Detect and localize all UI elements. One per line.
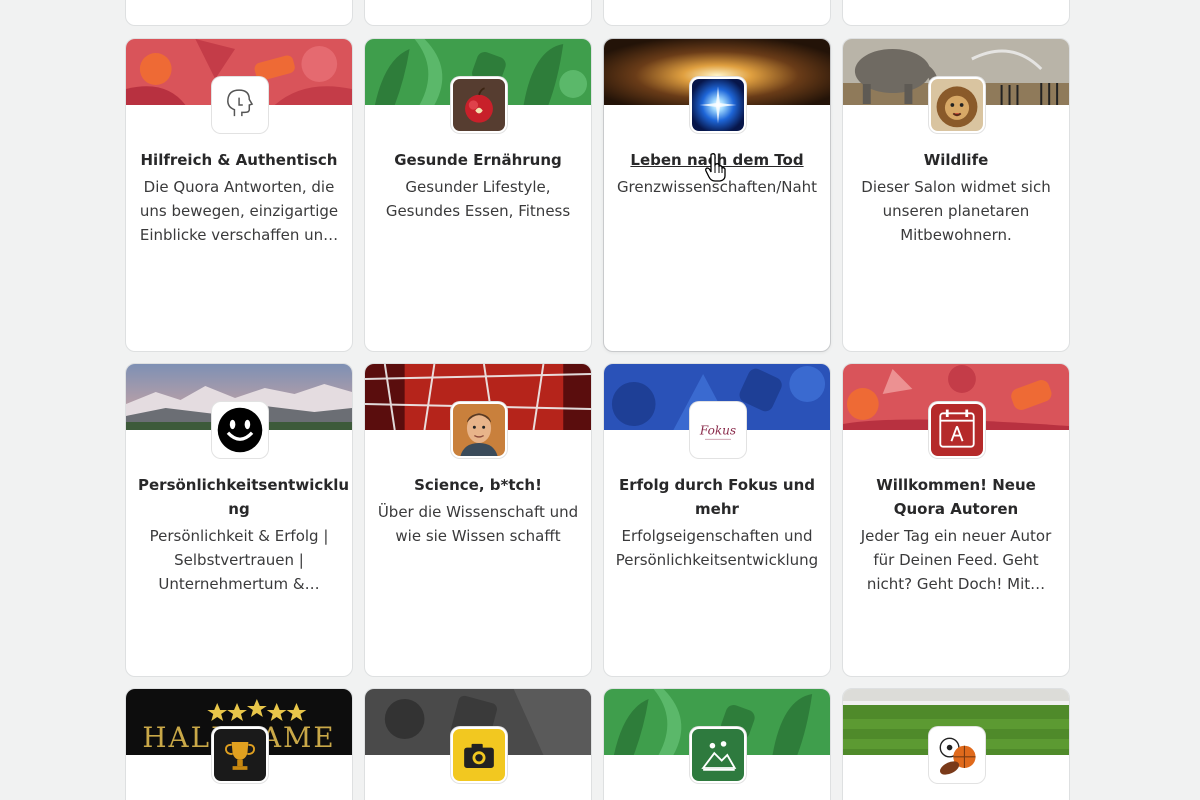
landscape-icon (690, 727, 746, 783)
space-card-science[interactable]: Science, b*tch! Über die Wissenschaft un… (364, 363, 592, 677)
person-portrait-icon (451, 402, 507, 458)
space-title[interactable]: Willkommen! Neue Quora Autoren (855, 473, 1057, 521)
space-description: Über die Wissenschaft und wie sie Wissen… (377, 503, 579, 545)
space-title[interactable]: Science, b*tch! (377, 473, 579, 497)
space-title[interactable]: Hilfreich & Authentisch (138, 148, 340, 172)
camera-icon (451, 727, 507, 783)
head-profile-icon (212, 77, 268, 133)
space-description: Persönlichkeit & Erfolg | Selbstvertraue… (149, 527, 329, 593)
space-card-sports[interactable] (842, 688, 1070, 800)
space-card-leben-nach-dem-tod[interactable]: Leben nach dem Tod Grenzwissenschaften/N… (603, 38, 831, 352)
space-title[interactable]: Gesunde Ernährung (377, 148, 579, 172)
space-title[interactable]: Persönlichkeitsentwicklu ng (138, 473, 349, 521)
space-card-top-1[interactable] (125, 0, 353, 26)
fokus-logo-icon: Fokus (690, 402, 746, 458)
space-card-camera[interactable] (364, 688, 592, 800)
space-card-top-4[interactable] (842, 0, 1070, 26)
space-card-erfolg-durch-fokus[interactable]: Fokus Erfolg durch Fokus und mehr Erfolg… (603, 363, 831, 677)
calendar-icon (929, 402, 985, 458)
space-title[interactable]: Erfolg durch Fokus und mehr (616, 473, 818, 521)
svg-text:Fokus: Fokus (699, 424, 736, 438)
space-card-wildlife[interactable]: Wildlife Dieser Salon widmet sich unsere… (842, 38, 1070, 352)
spaces-grid: Hilfreich & Authentisch Die Quora Antwor… (0, 0, 1200, 800)
space-description: Gesunder Lifestyle, Gesundes Essen, Fitn… (385, 178, 571, 220)
space-card-hall-of-fame[interactable]: HALL FAME (125, 688, 353, 800)
hand-pointer-cursor-icon (703, 152, 729, 182)
space-card-hilfreich[interactable]: Hilfreich & Authentisch Die Quora Antwor… (125, 38, 353, 352)
space-description: Jeder Tag ein neuer Autor für Deinen Fee… (860, 527, 1052, 593)
space-card-landscape[interactable] (603, 688, 831, 800)
light-burst-icon (690, 77, 746, 133)
smiley-icon (212, 402, 268, 458)
space-card-persoenlichkeitsentwicklung[interactable]: Persönlichkeitsentwicklu ng Persönlichke… (125, 363, 353, 677)
apple-icon (451, 77, 507, 133)
space-card-top-3[interactable] (603, 0, 831, 26)
space-card-top-2[interactable] (364, 0, 592, 26)
lion-icon (929, 77, 985, 133)
space-description: Dieser Salon widmet sich unseren planeta… (861, 178, 1051, 244)
space-title[interactable]: Wildlife (855, 148, 1057, 172)
space-card-gesunde-ernaehrung[interactable]: Gesunde Ernährung Gesunder Lifestyle, Ge… (364, 38, 592, 352)
trophy-icon (212, 727, 268, 783)
space-card-willkommen-neue-autoren[interactable]: Willkommen! Neue Quora Autoren Jeder Tag… (842, 363, 1070, 677)
sports-balls-icon (929, 727, 985, 783)
space-description: Die Quora Antworten, die uns bewegen, ei… (139, 178, 339, 244)
space-description: Erfolgseigenschaften und Persönlichkeits… (615, 527, 819, 569)
